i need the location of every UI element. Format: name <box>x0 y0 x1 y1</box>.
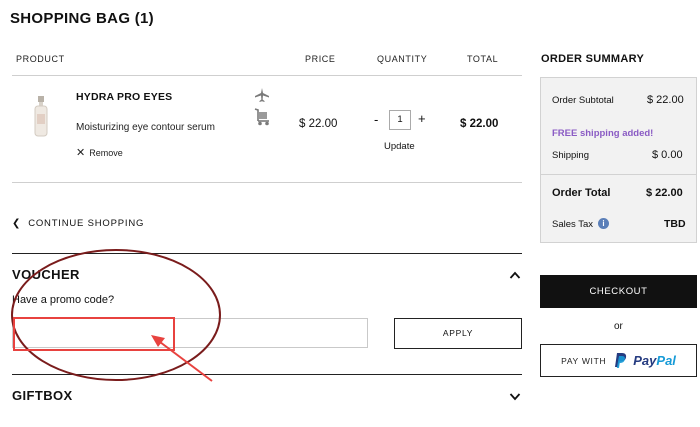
column-header-price: PRICE <box>305 54 336 64</box>
page-title: SHOPPING BAG (1) <box>10 10 154 27</box>
column-header-quantity: QUANTITY <box>377 54 428 64</box>
item-total: $ 22.00 <box>460 118 499 130</box>
voucher-title[interactable]: VOUCHER <box>12 267 80 282</box>
shipping-label: Shipping <box>552 150 589 161</box>
chevron-left-icon: ❮ <box>12 218 22 229</box>
promo-code-label: Have a promo code? <box>12 294 115 306</box>
shipping-value: $ 0.00 <box>652 149 683 161</box>
giftbox-divider <box>12 374 522 375</box>
product-name[interactable]: HYDRA PRO EYES <box>76 91 172 103</box>
paypal-word-pay: Pay <box>633 353 657 368</box>
item-price: $ 22.00 <box>299 118 338 130</box>
update-button[interactable]: Update <box>384 141 415 152</box>
chevron-down-icon[interactable] <box>509 389 521 407</box>
info-icon[interactable]: i <box>598 218 610 229</box>
paypal-icon <box>614 348 627 379</box>
subtotal-value: $ 22.00 <box>647 94 684 106</box>
checkout-button[interactable]: CHECKOUT <box>540 275 697 308</box>
item-divider <box>12 182 522 183</box>
apply-button[interactable]: APPLY <box>394 318 522 349</box>
sales-tax-value: TBD <box>664 218 686 230</box>
voucher-divider <box>12 253 522 254</box>
remove-label: Remove <box>89 148 123 158</box>
column-header-product: PRODUCT <box>16 54 65 64</box>
paypal-word-pal: Pal <box>656 353 676 368</box>
paypal-button[interactable]: PAY WITH PayPal <box>540 344 697 377</box>
or-separator: or <box>614 321 623 332</box>
quantity-increase-button[interactable]: + <box>418 111 426 126</box>
continue-shopping-label: CONTINUE SHOPPING <box>28 218 145 229</box>
column-header-total: TOTAL <box>467 54 499 64</box>
quantity-input[interactable]: 1 <box>389 110 411 130</box>
order-total-label: Order Total <box>552 187 611 199</box>
order-total-value: $ 22.00 <box>646 187 683 199</box>
airplane-icon <box>254 87 270 108</box>
subtotal-label: Order Subtotal <box>552 95 614 106</box>
order-summary-title: ORDER SUMMARY <box>541 53 645 65</box>
paypal-wordmark: PayPal <box>633 353 676 368</box>
promo-code-input[interactable] <box>12 318 368 348</box>
product-description: Moisturizing eye contour serum <box>76 122 215 133</box>
sales-tax-label: Sales Tax i <box>552 218 610 230</box>
header-divider <box>12 75 522 76</box>
product-image <box>30 96 52 143</box>
giftbox-title[interactable]: GIFTBOX <box>12 388 73 403</box>
sales-tax-text: Sales Tax <box>552 219 594 230</box>
paypal-prefix: PAY WITH <box>561 356 607 366</box>
chevron-up-icon[interactable] <box>509 267 521 285</box>
quantity-decrease-button[interactable]: - <box>374 112 378 127</box>
free-shipping-message: FREE shipping added! <box>552 128 654 139</box>
summary-divider <box>541 174 696 175</box>
hand-truck-icon <box>253 108 271 131</box>
close-icon: ✕ <box>76 147 86 159</box>
continue-shopping-link[interactable]: ❮ CONTINUE SHOPPING <box>12 218 144 229</box>
remove-button[interactable]: ✕ Remove <box>76 146 123 159</box>
